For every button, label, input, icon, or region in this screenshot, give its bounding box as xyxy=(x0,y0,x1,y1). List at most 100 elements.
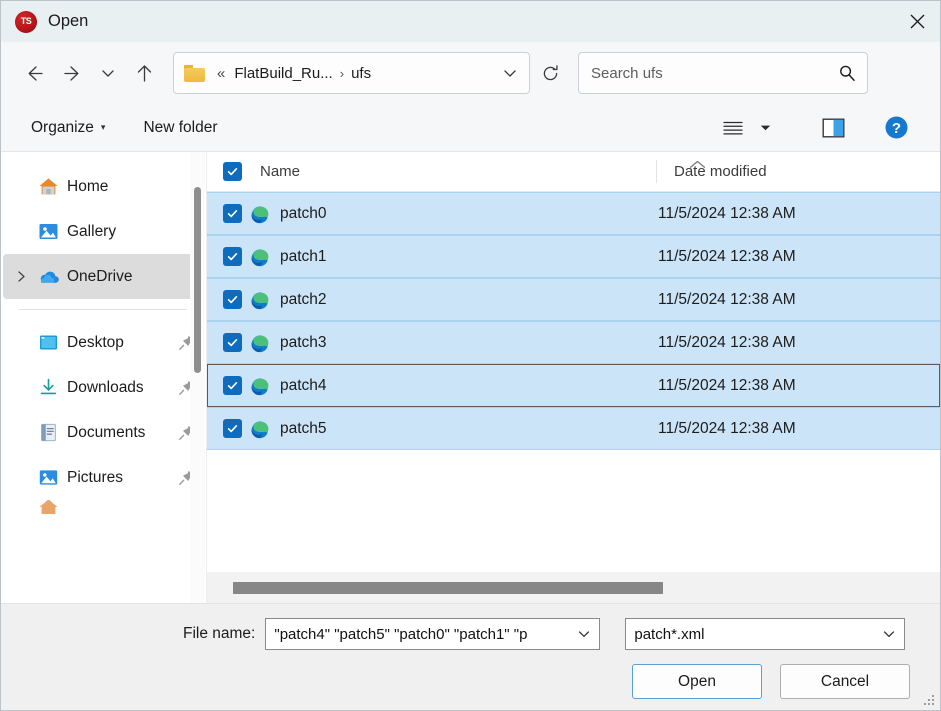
breadcrumb-separator: › xyxy=(339,65,345,81)
open-button[interactable]: Open xyxy=(632,664,762,699)
refresh-icon xyxy=(543,64,558,80)
file-name-combobox[interactable] xyxy=(265,618,601,650)
recent-locations-button[interactable] xyxy=(91,54,125,92)
row-checkbox[interactable] xyxy=(223,247,242,266)
view-mode-dropdown-button[interactable] xyxy=(752,111,778,145)
title-bar: TS Open xyxy=(1,1,940,42)
table-row[interactable]: patch2 11/5/2024 12:38 AM xyxy=(207,278,940,321)
horizontal-scrollbar[interactable] xyxy=(207,572,940,604)
chevron-down-icon xyxy=(760,125,770,130)
file-name: patch1 xyxy=(280,247,327,265)
preview-pane-button[interactable] xyxy=(814,111,852,145)
dialog-footer: File name: patch*.xml Open xyxy=(1,604,940,710)
column-header-date-modified[interactable]: Date modified xyxy=(656,163,767,180)
edge-file-icon xyxy=(251,334,269,352)
help-icon: ? xyxy=(885,116,907,139)
table-row[interactable]: patch4 11/5/2024 12:38 AM xyxy=(207,364,940,407)
sidebar-item-documents[interactable]: Documents xyxy=(3,410,203,455)
file-list-pane: Name Date modified patch0 11/5/2024 12:3… xyxy=(206,152,940,604)
edge-file-icon xyxy=(251,248,269,266)
edge-file-icon xyxy=(251,420,269,438)
column-header-row: Name Date modified xyxy=(207,152,940,192)
checkmark-icon xyxy=(227,168,238,176)
table-row[interactable]: patch3 11/5/2024 12:38 AM xyxy=(207,321,940,364)
sidebar-item-partial[interactable] xyxy=(3,500,203,514)
file-name-dropdown-button[interactable] xyxy=(571,627,597,641)
search-input[interactable] xyxy=(591,64,833,82)
sidebar-item-label: Downloads xyxy=(67,378,144,396)
forward-button[interactable] xyxy=(53,54,91,92)
file-name-label: File name: xyxy=(183,625,256,642)
sidebar-scrollbar-thumb[interactable] xyxy=(194,187,201,373)
chevron-right-icon[interactable] xyxy=(9,270,33,283)
sidebar-item-desktop[interactable]: Desktop xyxy=(3,320,203,365)
new-folder-button[interactable]: New folder xyxy=(135,113,225,143)
chevron-down-icon: ▾ xyxy=(100,122,106,132)
chevron-down-icon xyxy=(579,631,590,638)
close-icon xyxy=(910,14,924,29)
checkmark-icon xyxy=(227,339,238,347)
pictures-icon xyxy=(33,467,63,488)
table-row[interactable]: patch5 11/5/2024 12:38 AM xyxy=(207,407,940,450)
file-date-modified: 11/5/2024 12:38 AM xyxy=(658,376,796,394)
sidebar-item-downloads[interactable]: Downloads xyxy=(3,365,203,410)
breadcrumb: « FlatBuild_Ru... › ufs xyxy=(215,63,495,84)
sidebar-item-home[interactable]: Home xyxy=(3,164,203,209)
column-divider[interactable] xyxy=(656,160,657,183)
row-checkbox[interactable] xyxy=(223,419,242,438)
navigation-list: Home Gallery OneDrive Desktop Downloads … xyxy=(1,152,205,514)
address-dropdown-button[interactable] xyxy=(495,56,525,90)
search-box[interactable] xyxy=(578,52,868,94)
column-header-name: Name xyxy=(260,163,301,180)
new-folder-label: New folder xyxy=(143,118,218,136)
refresh-button[interactable] xyxy=(530,52,570,94)
app-icon: TS xyxy=(15,10,37,33)
checkmark-icon xyxy=(227,253,238,261)
sidebar-item-onedrive[interactable]: OneDrive xyxy=(3,254,203,299)
select-all-checkbox[interactable] xyxy=(223,162,242,181)
sidebar-item-label: Home xyxy=(67,177,109,195)
resize-grip[interactable] xyxy=(923,694,936,707)
table-row[interactable]: patch0 11/5/2024 12:38 AM xyxy=(207,192,940,235)
organize-button[interactable]: Organize ▾ xyxy=(23,113,113,143)
horizontal-scrollbar-thumb[interactable] xyxy=(233,582,663,594)
organize-label: Organize xyxy=(31,118,94,136)
sidebar-scrollbar[interactable] xyxy=(190,152,205,604)
row-checkbox[interactable] xyxy=(223,376,242,395)
up-button[interactable] xyxy=(125,54,163,92)
file-name: patch2 xyxy=(280,290,327,308)
search-icon[interactable] xyxy=(833,64,861,82)
chevron-down-icon xyxy=(504,70,516,77)
file-date-modified: 11/5/2024 12:38 AM xyxy=(658,247,796,265)
file-name: patch4 xyxy=(280,376,327,394)
sidebar-item-pictures[interactable]: Pictures xyxy=(3,455,203,500)
row-checkbox[interactable] xyxy=(223,333,242,352)
svg-text:?: ? xyxy=(891,120,900,137)
row-checkbox[interactable] xyxy=(223,290,242,309)
help-button[interactable]: ? xyxy=(874,111,918,145)
file-name-input[interactable] xyxy=(274,625,572,643)
breadcrumb-item-1[interactable]: ufs xyxy=(346,63,376,84)
table-row[interactable]: patch1 11/5/2024 12:38 AM xyxy=(207,235,940,278)
breadcrumb-item-0[interactable]: FlatBuild_Ru... xyxy=(229,63,337,84)
back-button[interactable] xyxy=(15,54,53,92)
file-type-filter-value: patch*.xml xyxy=(634,625,705,643)
file-name: patch0 xyxy=(280,204,327,222)
gallery-icon xyxy=(33,221,63,242)
sidebar-item-label: Documents xyxy=(67,423,146,441)
address-bar[interactable]: « FlatBuild_Ru... › ufs xyxy=(173,52,530,94)
edge-file-icon xyxy=(251,377,269,395)
edge-file-icon xyxy=(251,291,269,309)
column-name[interactable]: Name xyxy=(223,162,656,181)
file-type-filter-dropdown-button[interactable] xyxy=(876,627,902,641)
file-type-filter-combobox[interactable]: patch*.xml xyxy=(625,618,906,650)
breadcrumb-overflow[interactable]: « xyxy=(215,65,229,82)
row-checkbox[interactable] xyxy=(223,204,242,223)
sidebar-item-gallery[interactable]: Gallery xyxy=(3,209,203,254)
cancel-button[interactable]: Cancel xyxy=(780,664,910,699)
navigation-pane: Home Gallery OneDrive Desktop Downloads … xyxy=(1,152,206,604)
view-mode-button[interactable] xyxy=(714,111,752,145)
close-button[interactable] xyxy=(894,1,940,42)
file-name: patch5 xyxy=(280,419,327,437)
file-name-cell: patch0 xyxy=(207,203,640,225)
